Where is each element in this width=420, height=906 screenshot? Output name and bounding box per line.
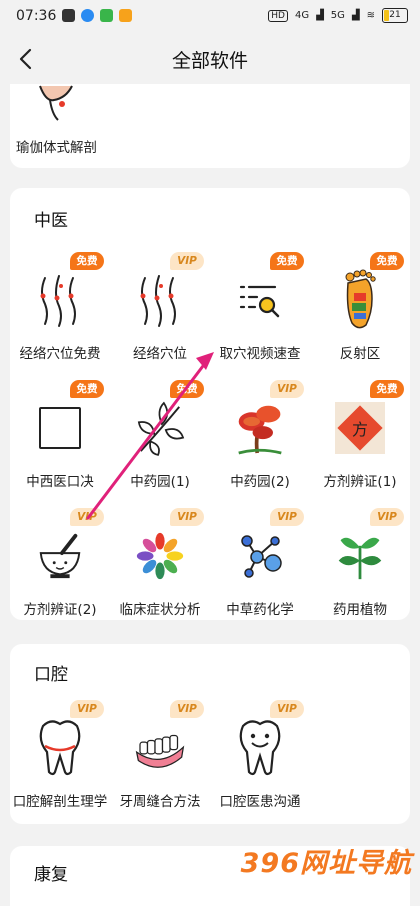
status-right: HD 4G ▟ 5G ▟ ≋ 21 bbox=[268, 8, 408, 23]
vip-badge: VIP bbox=[270, 700, 304, 718]
section-card-dental: 口腔 VIP 口腔解剖生理学 VIP 牙周缝合方法 VIP 口腔医患沟通 bbox=[10, 644, 410, 824]
app-label: 口腔解剖生理学 bbox=[12, 794, 108, 810]
top-bar: 全部软件 bbox=[0, 34, 420, 84]
app-item-tcm-western-formula[interactable]: 免费 中西医口决 bbox=[10, 380, 110, 518]
app-label: 反射区 bbox=[339, 346, 381, 362]
status-time: 07:36 bbox=[16, 8, 57, 24]
app-label: 中药园(2) bbox=[230, 474, 290, 490]
leaf-branch-icon bbox=[135, 398, 185, 458]
plant-sprout-icon bbox=[335, 526, 385, 586]
app-item-periodontal-suture[interactable]: VIP 牙周缝合方法 bbox=[110, 700, 210, 838]
app-item-meridian[interactable]: VIP 经络穴位 bbox=[110, 252, 210, 390]
free-badge: 免费 bbox=[170, 380, 204, 398]
notification-app-icon bbox=[62, 9, 75, 22]
vip-badge: VIP bbox=[70, 508, 104, 526]
app-label: 方剂辨证(2) bbox=[23, 602, 97, 618]
app-item-herb-garden-1[interactable]: 免费 中药园(1) bbox=[110, 380, 210, 518]
battery-level: 21 bbox=[389, 10, 401, 20]
app-item-doctor-patient[interactable]: VIP 口腔医患沟通 bbox=[210, 700, 310, 838]
signal-5g-label: 5G bbox=[330, 10, 345, 21]
app-item-meridian-free[interactable]: 免费 经络穴位免费 bbox=[10, 252, 110, 390]
list-search-icon bbox=[235, 270, 285, 330]
app-label: 临床症状分析 bbox=[119, 602, 201, 618]
app-label: 口腔医患沟通 bbox=[219, 794, 301, 810]
app-item-prescription-1[interactable]: 免费 方 方剂辨证(1) bbox=[310, 380, 410, 518]
section-card-yoga: 瑜伽体式解剖 bbox=[10, 84, 410, 168]
notification-app-icon bbox=[81, 9, 94, 22]
yoga-pose-icon bbox=[39, 85, 73, 121]
app-item-reflexology[interactable]: 免费 反射区 bbox=[310, 252, 410, 390]
app-label: 方剂辨证(1) bbox=[323, 474, 397, 490]
free-badge: 免费 bbox=[70, 252, 104, 270]
smiling-tooth-icon bbox=[235, 718, 285, 778]
signal-icon: ▟ bbox=[351, 10, 360, 21]
app-label: 药用植物 bbox=[333, 602, 387, 618]
app-item-oral-anatomy[interactable]: VIP 口腔解剖生理学 bbox=[10, 700, 110, 838]
vip-badge: VIP bbox=[170, 252, 204, 270]
free-badge: 免费 bbox=[370, 252, 404, 270]
mortar-pestle-icon bbox=[35, 526, 85, 586]
mushroom-icon bbox=[235, 398, 285, 458]
hd-icon: HD bbox=[268, 9, 288, 22]
section-title: 中医 bbox=[34, 211, 68, 231]
meridian-figures-icon bbox=[135, 270, 185, 330]
app-item-prescription-2[interactable]: VIP 方剂辨证(2) bbox=[10, 508, 110, 646]
free-badge: 免费 bbox=[70, 380, 104, 398]
app-item-herb-garden-2[interactable]: VIP 中药园(2) bbox=[210, 380, 310, 518]
vip-badge: VIP bbox=[170, 700, 204, 718]
app-label: 中西医口决 bbox=[26, 474, 94, 490]
vip-badge: VIP bbox=[270, 508, 304, 526]
signal-icon: ▟ bbox=[316, 10, 324, 21]
app-label: 取穴视频速查 bbox=[219, 346, 301, 362]
color-wheel-icon bbox=[135, 526, 185, 586]
app-item-yoga[interactable]: 瑜伽体式解剖 bbox=[10, 84, 110, 164]
app-label: 经络穴位免费 bbox=[19, 346, 101, 362]
watermark-logo: 396网址导航 bbox=[240, 848, 412, 879]
app-item-acupoint-video[interactable]: 免费 取穴视频速查 bbox=[210, 252, 310, 390]
vip-badge: VIP bbox=[270, 380, 304, 398]
signal-4g-label: 4G bbox=[294, 10, 310, 21]
battery-icon: 21 bbox=[382, 8, 408, 23]
free-badge: 免费 bbox=[370, 380, 404, 398]
app-item-clinical-symptoms[interactable]: VIP 临床症状分析 bbox=[110, 508, 210, 646]
app-item-medicinal-plants[interactable]: VIP 药用植物 bbox=[310, 508, 410, 646]
app-label: 中药园(1) bbox=[130, 474, 190, 490]
notification-app-icon bbox=[119, 9, 132, 22]
vip-badge: VIP bbox=[70, 700, 104, 718]
stamp-character: 方 bbox=[351, 419, 369, 439]
square-icon bbox=[35, 398, 85, 458]
notification-app-icon bbox=[100, 9, 113, 22]
notification-icons bbox=[62, 9, 132, 22]
section-title: 口腔 bbox=[34, 665, 68, 685]
foot-reflexology-icon bbox=[335, 269, 385, 330]
section-title: 康复 bbox=[34, 865, 68, 885]
app-label: 牙周缝合方法 bbox=[119, 794, 201, 810]
free-badge: 免费 bbox=[270, 252, 304, 270]
meridian-figures-icon bbox=[35, 270, 85, 330]
vip-badge: VIP bbox=[370, 508, 404, 526]
app-label: 中草药化学 bbox=[226, 602, 294, 618]
page-title: 全部软件 bbox=[171, 50, 248, 72]
app-label: 瑜伽体式解剖 bbox=[16, 140, 97, 156]
molecule-icon bbox=[235, 526, 285, 586]
app-item-herbal-chemistry[interactable]: VIP 中草药化学 bbox=[210, 508, 310, 646]
section-card-tcm: 中医 免费 经络穴位免费 VIP 经络穴位 免费 取穴视频速查 免费 反射区 免… bbox=[10, 188, 410, 620]
app-label: 经络穴位 bbox=[133, 346, 187, 362]
vip-badge: VIP bbox=[170, 508, 204, 526]
tooth-icon bbox=[35, 718, 85, 778]
status-bar: 07:36 HD 4G ▟ 5G ▟ ≋ 21 bbox=[0, 0, 420, 34]
prescription-stamp-icon: 方 bbox=[335, 398, 385, 458]
denture-icon bbox=[135, 718, 185, 778]
wifi-icon: ≋ bbox=[366, 10, 375, 21]
